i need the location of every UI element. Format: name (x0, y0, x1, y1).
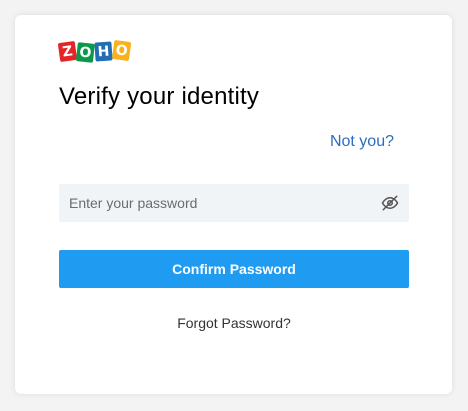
password-input[interactable] (59, 184, 359, 222)
eye-off-icon[interactable] (381, 194, 399, 212)
logo-tile-o1: O (75, 42, 95, 63)
logo-tile-h: H (94, 41, 113, 62)
zoho-logo: Z O H O (57, 39, 132, 63)
forgot-password-link[interactable]: Forgot Password? (59, 315, 409, 331)
password-field-wrapper (59, 184, 409, 222)
page-title: Verify your identity (59, 83, 260, 110)
logo-tile-o2: O (111, 39, 132, 62)
confirm-password-button[interactable]: Confirm Password (59, 250, 409, 288)
not-you-link[interactable]: Not you? (330, 133, 394, 151)
logo-tile-z: Z (57, 40, 78, 63)
login-card: Z O H O Verify your identity Not you? Co… (15, 15, 452, 394)
